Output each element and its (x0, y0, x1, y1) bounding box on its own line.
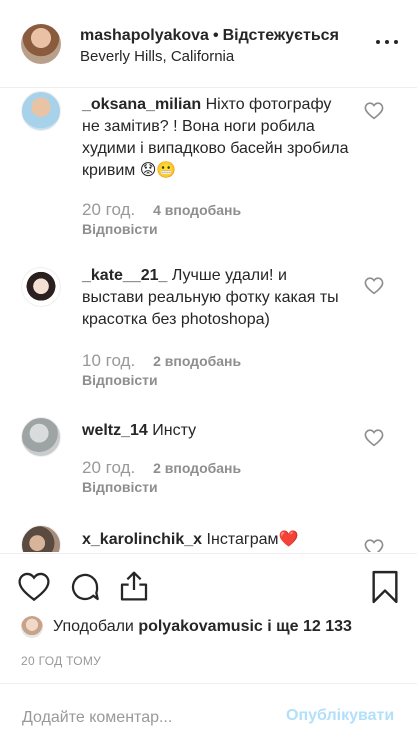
comment-likes[interactable]: 2 вподобань (153, 460, 241, 476)
author-line: mashapolyakova • Відстежується (80, 27, 339, 45)
author-avatar[interactable] (21, 24, 61, 64)
share-icon[interactable] (118, 570, 150, 602)
post-actions (0, 553, 417, 624)
commenter-avatar[interactable] (21, 525, 61, 552)
reply-button[interactable]: Відповісти (82, 479, 158, 495)
add-comment-bar: Опублікувати (0, 683, 417, 751)
comment-text-block: x_karolinchik_x Інстаграм❤️ (82, 529, 350, 551)
commenter-username[interactable]: _kate__21_ (82, 267, 167, 284)
comment-text-block: _kate__21_ Лучше удали! и выстави реальн… (82, 265, 350, 331)
more-horizontal-icon[interactable] (372, 32, 402, 52)
comment-meta: 20 год. 2 вподобань (82, 458, 241, 478)
bookmark-icon[interactable] (370, 570, 400, 604)
commenter-avatar[interactable] (21, 417, 61, 457)
comment-text-block: _oksana_milian Ніхто фотографу не заміти… (82, 94, 350, 182)
comment-icon[interactable] (69, 571, 101, 603)
comment-text: Инсту (152, 422, 197, 439)
follow-status[interactable]: Відстежується (223, 27, 339, 44)
likes-count[interactable]: і ще 12 133 (267, 618, 352, 635)
commenter-avatar[interactable] (21, 91, 61, 131)
likes-summary: Уподобали polyakovamusic і ще 12 133 (21, 616, 352, 640)
comment-likes[interactable]: 4 вподобань (153, 202, 241, 218)
commenter-username[interactable]: _oksana_milian (82, 96, 201, 113)
post-timestamp[interactable]: 20 ГОД ТОМУ (21, 654, 101, 668)
heart-icon[interactable] (18, 572, 50, 602)
comment-heart-icon[interactable] (364, 429, 384, 447)
comment-text-block: weltz_14 Инсту (82, 420, 350, 442)
liker-avatar[interactable] (21, 616, 43, 638)
post-header: mashapolyakova • Відстежується Beverly Hil… (0, 0, 417, 88)
post-location[interactable]: Beverly Hills, California (80, 48, 234, 65)
commenter-username[interactable]: weltz_14 (82, 422, 148, 439)
likes-prefix: Уподобали (53, 618, 134, 636)
comment-time[interactable]: 20 год. (82, 200, 135, 219)
separator: • (212, 27, 219, 44)
comment-meta: 20 год. 4 вподобань (82, 200, 241, 220)
comment-heart-icon[interactable] (364, 102, 384, 120)
commenter-username[interactable]: x_karolinchik_x (82, 531, 202, 548)
author-username[interactable]: mashapolyakova (80, 27, 209, 44)
comment-heart-icon[interactable] (364, 539, 384, 552)
commenter-avatar[interactable] (21, 267, 61, 307)
reply-button[interactable]: Відповісти (82, 372, 158, 388)
comment-text: Інстаграм❤️ (206, 531, 299, 548)
reply-button[interactable]: Відповісти (82, 221, 158, 237)
comment-heart-icon[interactable] (364, 277, 384, 295)
post-comment-button[interactable]: Опублікувати (286, 707, 394, 725)
comment-input[interactable] (20, 703, 274, 733)
liker-username[interactable]: polyakovamusic (138, 618, 263, 635)
comment-time[interactable]: 10 год. (82, 351, 135, 370)
comment-time[interactable]: 20 год. (82, 458, 135, 477)
comments-list[interactable]: _oksana_milian Ніхто фотографу не заміти… (0, 88, 417, 552)
comment-meta: 10 год. 2 вподобань (82, 351, 241, 371)
comment-likes[interactable]: 2 вподобань (153, 353, 241, 369)
